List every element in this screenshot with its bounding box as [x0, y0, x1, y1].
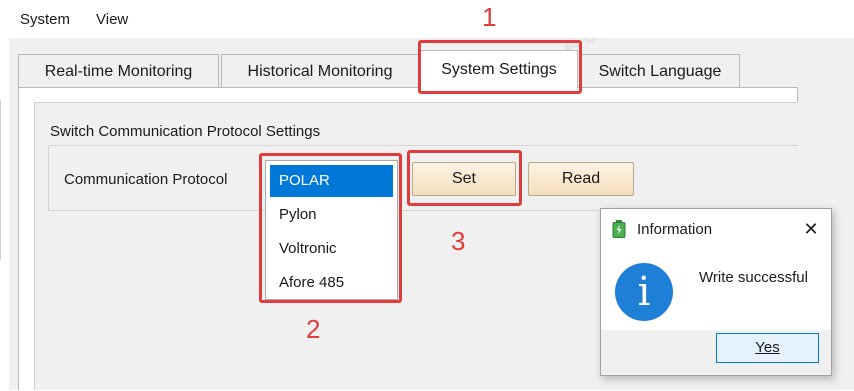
window-edge [0, 100, 1, 260]
read-button[interactable]: Read [528, 162, 634, 196]
battery-app-icon [612, 220, 626, 238]
dialog-titlebar [601, 209, 831, 249]
dialog-title: Information [637, 221, 713, 238]
menu-system[interactable]: System [20, 11, 70, 28]
tab-historical-monitoring[interactable]: Historical Monitoring [221, 54, 419, 87]
annotation-box-dropdown [259, 153, 402, 303]
tab-switch-language[interactable]: Switch Language [580, 54, 740, 87]
annotation-step-2: 2 [306, 314, 321, 344]
yes-button[interactable]: Yes [716, 333, 819, 363]
close-icon[interactable]: ✕ [799, 217, 823, 241]
dialog-message: Write successful [699, 269, 808, 286]
menu-bar [9, 0, 854, 38]
information-dialog: Information ✕ i Write successful Yes [600, 208, 832, 376]
annotation-box-set [407, 150, 522, 206]
group-title: Switch Communication Protocol Settings [50, 123, 321, 140]
communication-protocol-label: Communication Protocol [64, 171, 228, 188]
info-icon: i [615, 263, 673, 321]
annotation-step-1: 1 [482, 2, 497, 32]
annotation-box-tab [418, 40, 582, 94]
menu-view[interactable]: View [96, 11, 128, 28]
annotation-step-3: 3 [451, 226, 466, 256]
tab-realtime-monitoring[interactable]: Real-time Monitoring [18, 54, 219, 87]
